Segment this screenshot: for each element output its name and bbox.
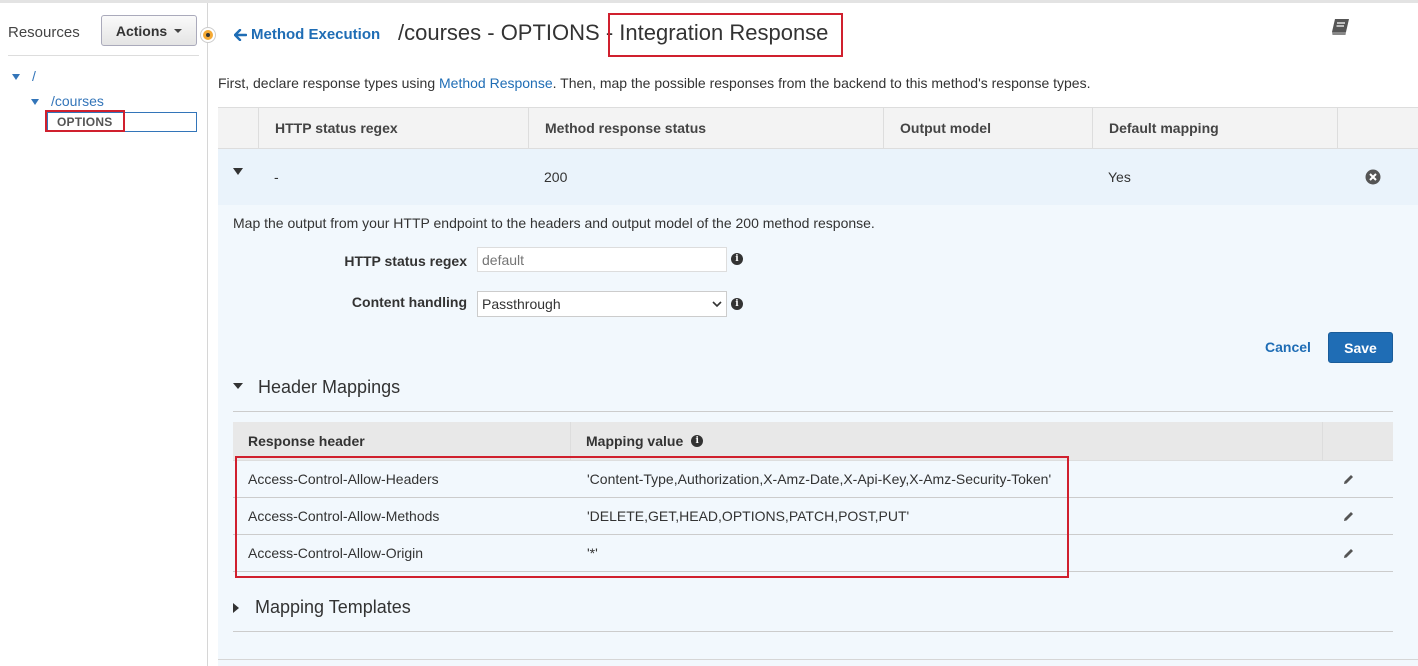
tree-item-courses[interactable]: /courses: [51, 93, 104, 109]
row-default: Yes: [1108, 169, 1131, 185]
actions-label: Actions: [115, 22, 168, 39]
remove-circle-icon[interactable]: [1365, 149, 1381, 205]
divider: [218, 659, 1418, 660]
column-header: Method response status: [528, 108, 883, 148]
response-header-cell: Access-Control-Allow-Methods: [248, 508, 440, 524]
caret-right-icon[interactable]: [233, 603, 239, 613]
arrow-left-icon: [234, 28, 247, 41]
info-icon[interactable]: i: [731, 253, 743, 265]
table-header-row: HTTP status regex Method response status…: [218, 108, 1418, 149]
mapping-value-cell: 'Content-Type,Authorization,X-Amz-Date,X…: [587, 471, 1052, 487]
caret-down-icon[interactable]: [233, 383, 243, 389]
response-header-cell: Access-Control-Allow-Origin: [248, 545, 424, 561]
status-regex-label: HTTP status regex: [344, 253, 467, 269]
info-icon[interactable]: i: [731, 298, 743, 310]
column-header: Output model: [883, 108, 1092, 148]
status-regex-input[interactable]: [477, 247, 727, 272]
table-row: Access-Control-Allow-Origin '*': [233, 535, 1393, 572]
content-handling-label: Content handling: [351, 294, 467, 310]
mapping-templates-title[interactable]: Mapping Templates: [255, 597, 411, 618]
column-header-label: Mapping value: [586, 433, 684, 449]
mapping-value-cell: 'DELETE,GET,HEAD,OPTIONS,PATCH,POST,PUT': [587, 508, 910, 524]
chevron-down-icon: [712, 300, 722, 307]
method-response-link[interactable]: Method Response: [439, 75, 553, 91]
column-header-actions: [1337, 108, 1418, 148]
divider: [233, 631, 1393, 632]
tree-root-caret-icon[interactable]: [12, 74, 20, 80]
save-button[interactable]: Save: [1328, 332, 1393, 363]
table-row[interactable]: - 200 Yes: [218, 149, 1418, 206]
intro-before: First, declare response types using: [218, 75, 439, 91]
table-row: Access-Control-Allow-Headers 'Content-Ty…: [233, 461, 1393, 498]
column-header: Response header: [233, 422, 571, 460]
row-regex: -: [274, 169, 279, 185]
divider: [233, 411, 1393, 412]
response-header-cell: Access-Control-Allow-Headers: [248, 471, 439, 487]
mapping-description: Map the output from your HTTP endpoint t…: [233, 215, 875, 231]
header-mappings-table: Response header Mapping value i Access-C…: [233, 422, 1393, 572]
caret-down-icon[interactable]: [233, 143, 243, 199]
header-mappings-title[interactable]: Header Mappings: [258, 377, 400, 398]
panel-collapse-handle[interactable]: [201, 28, 215, 42]
caret-down-icon: [174, 28, 183, 33]
content-handling-value: Passthrough: [482, 296, 561, 312]
page-title: /courses - OPTIONS - Integration Respons…: [398, 20, 828, 46]
info-icon[interactable]: i: [691, 435, 704, 447]
divider: [8, 55, 199, 56]
pencil-icon[interactable]: [1342, 547, 1355, 560]
resources-title: Resources: [8, 24, 80, 41]
table-row: Access-Control-Allow-Methods 'DELETE,GET…: [233, 498, 1393, 535]
mapping-value-cell: '*': [587, 545, 598, 561]
page-title-prefix: /courses - OPTIONS -: [398, 20, 614, 45]
integration-response-table: HTTP status regex Method response status…: [218, 107, 1418, 206]
tree-item-options[interactable]: OPTIONS: [47, 112, 197, 132]
book-icon[interactable]: [1330, 17, 1352, 40]
row-status: 200: [544, 169, 568, 185]
method-execution-back-link[interactable]: Method Execution: [234, 26, 380, 43]
intro-after: . Then, map the possible responses from …: [552, 75, 1091, 91]
response-detail-panel: Map the output from your HTTP endpoint t…: [218, 205, 1418, 666]
column-header-mapping-value: Mapping value i: [571, 422, 1323, 460]
pencil-icon[interactable]: [1342, 473, 1355, 486]
tree-item-root[interactable]: /: [32, 68, 36, 84]
back-link-label: Method Execution: [251, 26, 381, 43]
page-title-highlight: Integration Response: [619, 20, 829, 45]
cancel-button[interactable]: Cancel: [1265, 339, 1311, 355]
actions-dropdown-button[interactable]: Actions: [101, 15, 197, 46]
column-header: Default mapping: [1092, 108, 1337, 148]
intro-text: First, declare response types using Meth…: [218, 75, 1090, 91]
pencil-icon[interactable]: [1342, 510, 1355, 523]
table-header-row: Response header Mapping value i: [233, 422, 1393, 461]
content-handling-select[interactable]: Passthrough: [477, 291, 727, 317]
tree-courses-caret-icon[interactable]: [31, 99, 39, 105]
resources-panel: Resources Actions / /courses OPTIONS: [0, 3, 208, 666]
column-header: HTTP status regex: [258, 108, 528, 148]
